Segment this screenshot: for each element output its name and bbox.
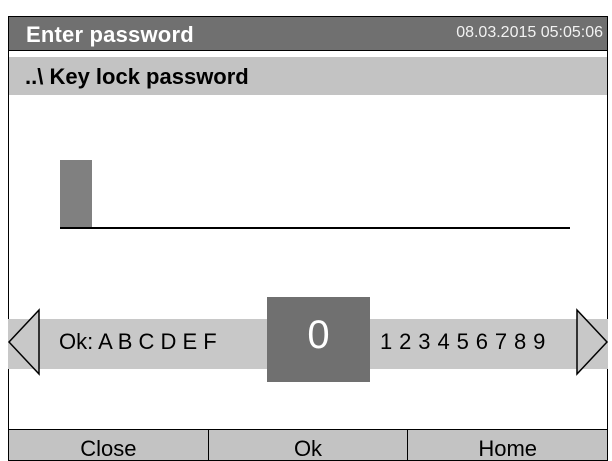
breadcrumb: ..\ Key lock password bbox=[25, 64, 249, 89]
button-bar: Close Ok Home bbox=[8, 429, 609, 461]
selected-character-value: 0 bbox=[307, 313, 330, 357]
password-cursor bbox=[60, 160, 92, 228]
page-title: Enter password bbox=[26, 22, 194, 47]
ok-button[interactable]: Ok bbox=[208, 429, 409, 461]
arrow-right-icon[interactable] bbox=[575, 308, 608, 376]
datetime-display: 08.03.2015 05:05:06 bbox=[456, 24, 603, 41]
close-button[interactable]: Close bbox=[8, 429, 209, 461]
home-button[interactable]: Home bbox=[408, 429, 609, 461]
selector-left-chars[interactable]: Ok: A B C D E F bbox=[59, 329, 217, 355]
arrow-left-icon[interactable] bbox=[8, 308, 41, 376]
title-bar: Enter password 08.03.2015 05:05:06 bbox=[8, 16, 608, 51]
password-underline bbox=[60, 227, 570, 229]
subtitle-bar: ..\ Key lock password bbox=[8, 57, 608, 95]
selected-character[interactable]: 0 bbox=[267, 297, 370, 382]
selector-right-chars[interactable]: 1 2 3 4 5 6 7 8 9 bbox=[380, 329, 546, 355]
